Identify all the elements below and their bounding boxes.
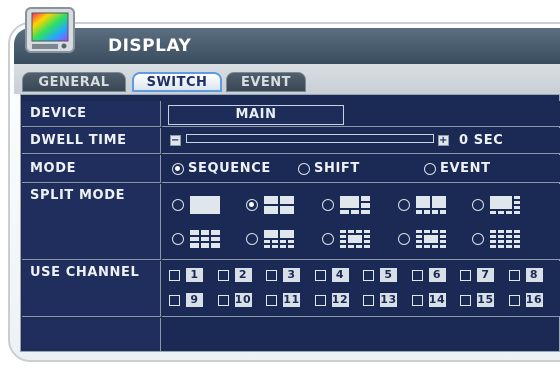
channel-13-checkbox[interactable] (363, 295, 374, 306)
channel-10-checkbox[interactable] (217, 295, 229, 306)
split-ten-radio[interactable] (246, 233, 258, 245)
channel-8-checkbox[interactable] (508, 270, 520, 281)
channel-9-checkbox[interactable] (169, 295, 180, 306)
channel-14-checkbox[interactable] (411, 295, 423, 306)
dwell-value: 0 SEC (459, 133, 504, 148)
device-row: DEVICE MAIN (22, 101, 560, 127)
split-sixteen-icon (490, 230, 520, 248)
split-quad-radio[interactable] (246, 199, 258, 211)
mode-event-label: EVENT (440, 161, 491, 176)
channel-16-label: 16 (525, 293, 543, 307)
decrease-button[interactable]: − (170, 135, 181, 146)
device-label: DEVICE (22, 101, 161, 127)
channel-7-checkbox[interactable] (460, 270, 471, 281)
split-mode-row: SPLIT MODE (22, 184, 560, 260)
channel-6-checkbox[interactable] (411, 270, 423, 281)
split-eight-a-icon (416, 196, 446, 214)
window-title: DISPLAY (108, 36, 192, 56)
mode-event-radio[interactable] (424, 163, 436, 175)
channel-3-label: 3 (283, 268, 300, 282)
channel-11-checkbox[interactable] (266, 295, 277, 306)
split-eight-b-radio[interactable] (472, 199, 484, 211)
split-thirteen-b-radio[interactable] (398, 233, 410, 245)
split-nine-radio[interactable] (172, 233, 184, 245)
channel-9-label: 9 (186, 293, 203, 307)
dwell-row: DWELL TIME − + 0 SEC (22, 128, 560, 154)
tab-switch[interactable]: SWITCH (132, 72, 222, 92)
dwell-slider[interactable] (186, 134, 434, 143)
mode-label: MODE (22, 155, 161, 183)
channel-2-checkbox[interactable] (217, 270, 229, 281)
mode-sequence-radio[interactable] (172, 163, 184, 175)
split-nine-icon (190, 230, 220, 248)
channel-12-label: 12 (331, 293, 349, 307)
use-channel-row: USE CHANNEL 1 2 3 4 5 6 7 8 9 10 11 12 13 14 15 16 (22, 261, 560, 317)
channel-7-label: 7 (477, 268, 494, 282)
tab-event[interactable]: EVENT (226, 72, 306, 92)
channel-11-label: 11 (283, 293, 300, 307)
device-value-cell: MAIN (162, 101, 560, 127)
split-mode-label: SPLIT MODE (22, 184, 161, 260)
use-channel-label: USE CHANNEL (22, 261, 161, 317)
dwell-value-cell: − + 0 SEC (162, 128, 560, 154)
mode-value-cell: SEQUENCE SHIFT EVENT (162, 155, 560, 183)
split-six-icon (340, 196, 370, 214)
mode-row: MODE SEQUENCE SHIFT EVENT (22, 155, 560, 183)
empty-row (22, 318, 560, 351)
mode-shift-radio[interactable] (298, 163, 310, 175)
channel-16-checkbox[interactable] (508, 295, 520, 306)
use-channel-cell: 1 2 3 4 5 6 7 8 9 10 11 12 13 14 15 16 (162, 261, 560, 317)
mode-sequence-label: SEQUENCE (188, 161, 271, 176)
title-bar (14, 28, 560, 64)
channel-15-checkbox[interactable] (460, 295, 471, 306)
channel-6-label: 6 (428, 268, 446, 282)
split-thirteen-radio[interactable] (322, 233, 334, 245)
dwell-label: DWELL TIME (22, 128, 161, 154)
channel-3-checkbox[interactable] (266, 270, 277, 281)
mode-shift-label: SHIFT (314, 161, 360, 176)
channel-5-label: 5 (380, 268, 397, 282)
split-ten-icon (264, 230, 294, 248)
split-mode-cell (162, 184, 560, 260)
monitor-icon (25, 7, 75, 53)
tab-general[interactable]: GENERAL (22, 72, 126, 92)
channel-12-checkbox[interactable] (314, 295, 326, 306)
channel-4-checkbox[interactable] (314, 270, 326, 281)
split-sixteen-radio[interactable] (472, 233, 484, 245)
split-full-icon (190, 196, 220, 214)
channel-5-checkbox[interactable] (363, 270, 374, 281)
split-thirteen-icon (340, 230, 370, 248)
split-thirteen-b-icon (416, 230, 446, 248)
channel-1-label: 1 (186, 268, 203, 282)
channel-4-label: 4 (331, 268, 349, 282)
empty-label-cell (22, 318, 161, 351)
channel-1-checkbox[interactable] (169, 270, 180, 281)
channel-8-label: 8 (525, 268, 543, 282)
split-eight-b-icon (490, 196, 520, 214)
device-select[interactable]: MAIN (168, 105, 344, 125)
channel-10-label: 10 (234, 293, 252, 307)
channel-14-label: 14 (428, 293, 446, 307)
channel-2-label: 2 (234, 268, 252, 282)
split-quad-icon (264, 196, 294, 214)
split-eight-a-radio[interactable] (398, 199, 410, 211)
channel-15-label: 15 (477, 293, 494, 307)
split-six-radio[interactable] (322, 199, 334, 211)
increase-button[interactable]: + (438, 135, 449, 146)
split-full-radio[interactable] (172, 199, 184, 211)
channel-13-label: 13 (380, 293, 397, 307)
